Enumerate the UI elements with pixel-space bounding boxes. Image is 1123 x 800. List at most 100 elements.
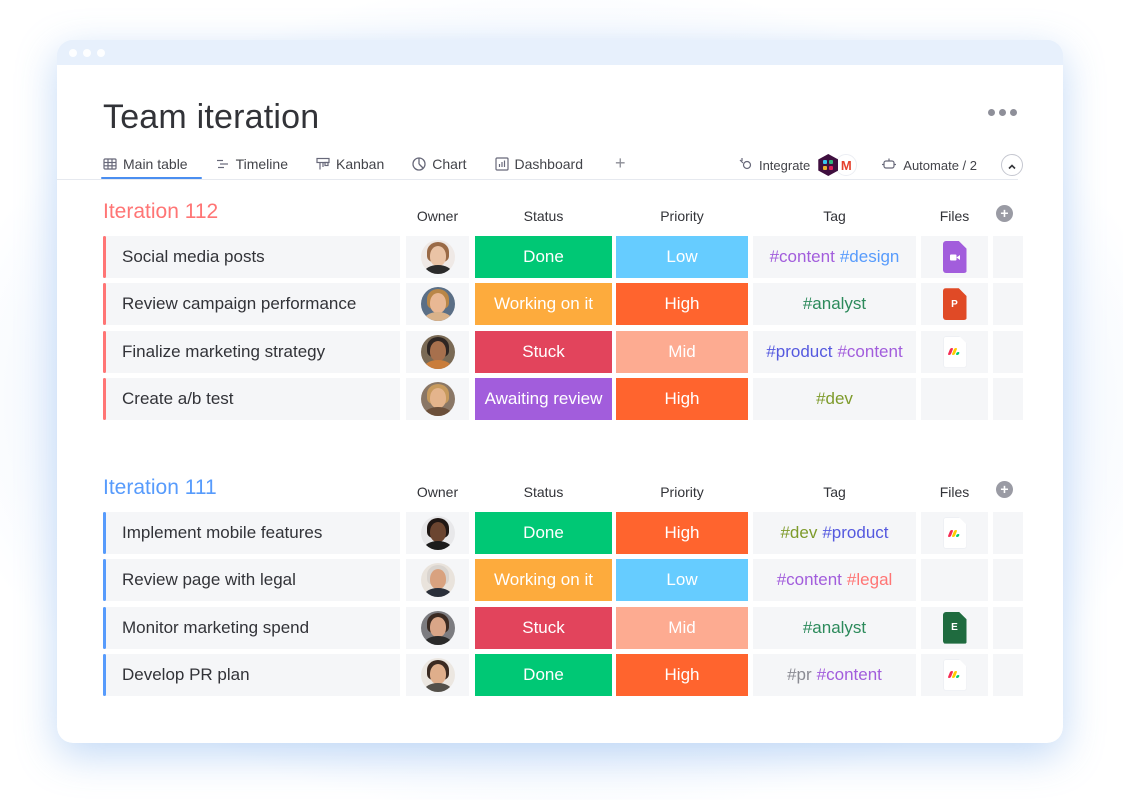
avatar[interactable] [420,657,455,692]
priority-cell[interactable]: High [616,283,748,326]
priority-cell[interactable]: High [616,377,748,420]
files-cell[interactable]: P [921,283,988,326]
powerpoint-file-icon[interactable]: P [942,288,967,321]
tag[interactable]: #legal [847,570,892,590]
tag[interactable]: #content [770,247,835,267]
tag-cell[interactable]: #dev #product [753,512,916,554]
item-name-cell[interactable]: Develop PR plan [103,653,400,696]
tab-kanban[interactable]: Kanban [316,151,384,177]
window-dot-close[interactable] [69,49,77,57]
avatar[interactable] [420,516,455,550]
tag[interactable]: #pr [787,665,812,685]
column-header-priority[interactable]: Priority [616,208,748,224]
tag[interactable]: #content [837,342,902,362]
table-row[interactable]: Implement mobile features Done High #dev #p… [103,512,1023,554]
owner-cell[interactable] [406,559,469,602]
item-name-cell[interactable]: Monitor marketing spend [103,606,400,649]
column-header-owner[interactable]: Owner [406,208,469,224]
tag-cell[interactable]: #pr #content [753,653,916,696]
owner-cell[interactable] [406,653,469,696]
column-header-files[interactable]: Files [921,208,988,224]
item-name-cell[interactable]: Social media posts [103,236,400,278]
status-cell[interactable]: Stuck [475,606,612,649]
files-cell[interactable] [921,512,988,554]
tag[interactable]: #dev [780,523,817,543]
tag[interactable]: #analyst [803,618,866,638]
files-cell[interactable] [921,377,988,420]
table-row[interactable]: Develop PR plan Done High #pr #content [103,653,1023,696]
tag[interactable]: #product [822,523,888,543]
tag-cell[interactable]: #analyst [753,283,916,326]
item-name-cell[interactable]: Create a/b test [103,377,400,420]
column-header-tag[interactable]: Tag [753,208,916,224]
owner-cell[interactable] [406,283,469,326]
column-header-tag[interactable]: Tag [753,484,916,500]
priority-cell[interactable]: Low [616,559,748,602]
files-cell[interactable] [921,559,988,602]
tag[interactable]: #content [777,570,842,590]
files-cell[interactable] [921,330,988,373]
priority-cell[interactable]: Low [616,236,748,278]
collapse-header-button[interactable] [1001,154,1023,176]
tag[interactable]: #analyst [803,294,866,314]
tag-cell[interactable]: #content #design [753,236,916,278]
owner-cell[interactable] [406,377,469,420]
video-file-icon[interactable] [942,241,967,273]
integrate-button[interactable]: Integrate M [739,154,858,176]
priority-cell[interactable]: High [616,512,748,554]
tag-cell[interactable]: #analyst [753,606,916,649]
monday-file-icon[interactable] [942,335,967,368]
add-view-button[interactable]: + [615,151,626,175]
item-name-cell[interactable]: Review campaign performance [103,283,400,326]
excel-file-icon[interactable]: E [942,611,967,644]
status-cell[interactable]: Awaiting review [475,377,612,420]
owner-cell[interactable] [406,236,469,278]
add-column-button[interactable]: + [996,481,1013,498]
owner-cell[interactable] [406,606,469,649]
window-dot-maximize[interactable] [97,49,105,57]
priority-cell[interactable]: Mid [616,330,748,373]
automate-button[interactable]: Automate / 2 [881,157,977,174]
item-name-cell[interactable]: Implement mobile features [103,512,400,554]
status-cell[interactable]: Working on it [475,283,612,326]
avatar[interactable] [420,240,455,274]
group-title[interactable]: Iteration 112 [103,200,218,224]
item-name-cell[interactable]: Review page with legal [103,559,400,602]
table-row[interactable]: Social media posts Done Low #content #desig… [103,236,1023,278]
tag[interactable]: #content [817,665,882,685]
tag-cell[interactable]: #product #content [753,330,916,373]
avatar[interactable] [420,287,455,322]
table-row[interactable]: Create a/b test Awaiting review High #dev [103,377,1023,420]
tab-dashboard[interactable]: Dashboard [494,151,583,177]
tab-main-table[interactable]: Main table [101,151,202,179]
table-row[interactable]: Review campaign performance Working on i… [103,283,1023,326]
avatar[interactable] [420,610,455,645]
column-header-files[interactable]: Files [921,484,988,500]
status-cell[interactable]: Done [475,236,612,278]
avatar[interactable] [420,563,455,598]
column-header-status[interactable]: Status [475,208,612,224]
priority-cell[interactable]: Mid [616,606,748,649]
monday-file-icon[interactable] [942,517,967,549]
monday-file-icon[interactable] [942,658,967,691]
files-cell[interactable] [921,236,988,278]
column-header-owner[interactable]: Owner [406,484,469,500]
avatar[interactable] [420,334,455,369]
more-options-button[interactable] [988,109,1017,116]
status-cell[interactable]: Done [475,512,612,554]
item-name-cell[interactable]: Finalize marketing strategy [103,330,400,373]
owner-cell[interactable] [406,512,469,554]
group-title[interactable]: Iteration 111 [103,476,217,500]
status-cell[interactable]: Done [475,653,612,696]
window-dot-minimize[interactable] [83,49,91,57]
files-cell[interactable]: E [921,606,988,649]
tab-timeline[interactable]: Timeline [216,151,288,177]
priority-cell[interactable]: High [616,653,748,696]
tag[interactable]: #design [840,247,900,267]
status-cell[interactable]: Working on it [475,559,612,602]
files-cell[interactable] [921,653,988,696]
table-row[interactable]: Monitor marketing spend Stuck Mid #analyst… [103,606,1023,649]
owner-cell[interactable] [406,330,469,373]
column-header-priority[interactable]: Priority [616,484,748,500]
tag-cell[interactable]: #dev [753,377,916,420]
